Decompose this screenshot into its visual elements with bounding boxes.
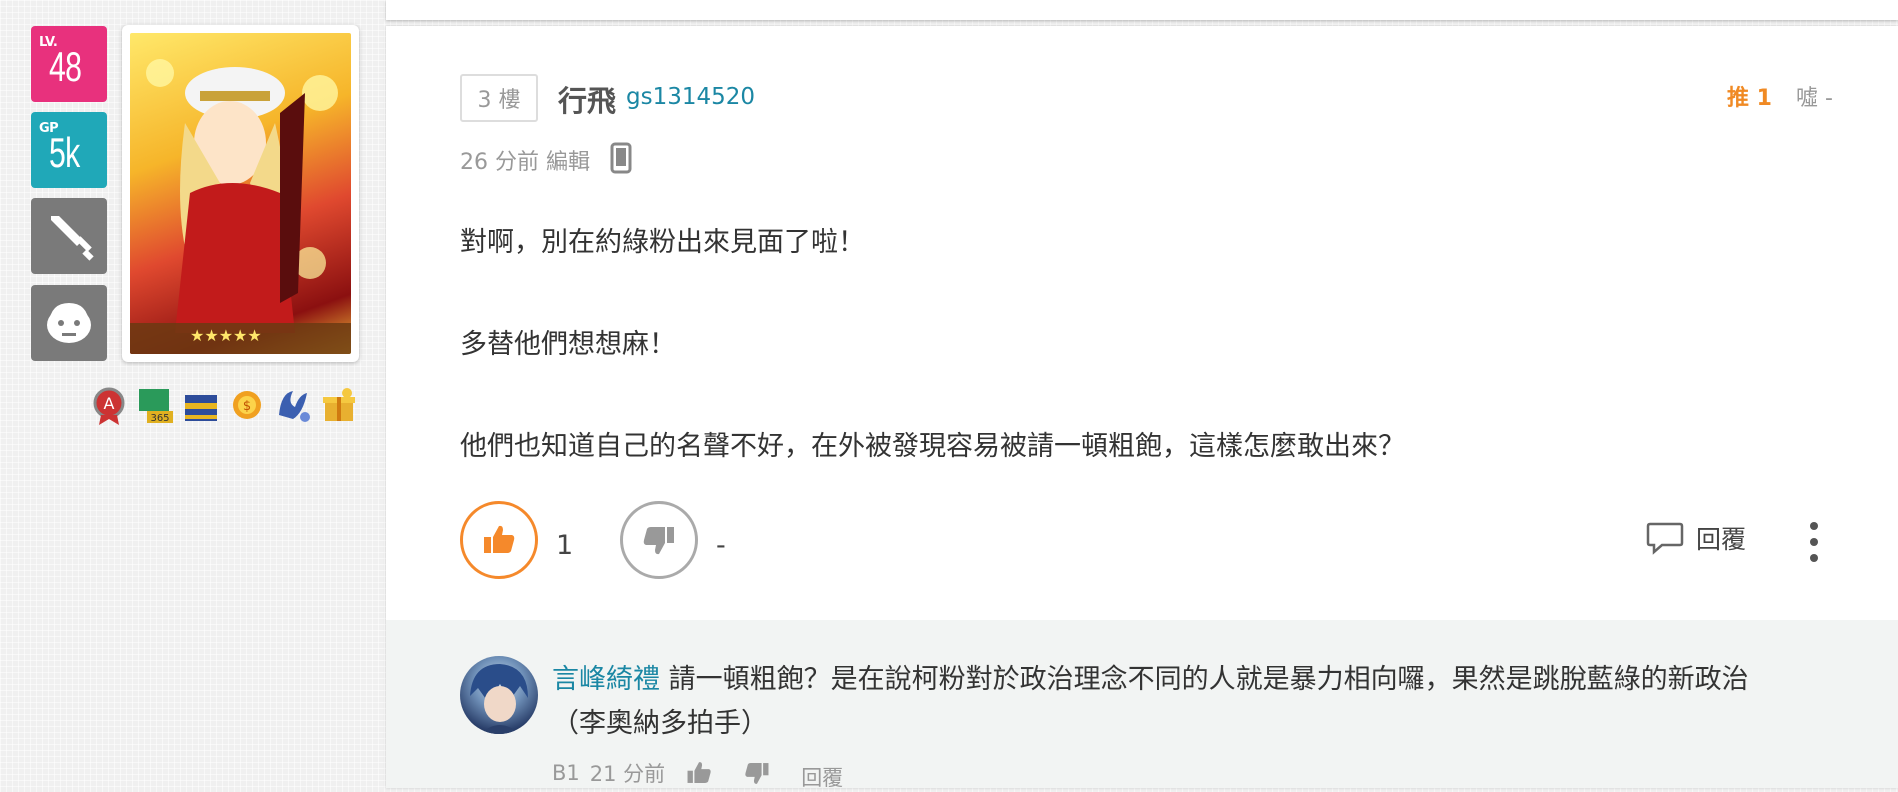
post-content-line: 他們也知道自己的名聲不好，在外被發現容易被請一頓粗飽，這樣怎麼敢出來？ bbox=[460, 431, 1405, 462]
bp-vote-button[interactable] bbox=[620, 501, 698, 579]
reply-label: 回覆 bbox=[1696, 525, 1747, 554]
career-sword-button[interactable] bbox=[31, 198, 107, 274]
comment-meta: B1 21 分前 回覆 bbox=[552, 754, 843, 792]
comment-avatar[interactable] bbox=[460, 656, 538, 734]
medal-wing-icon[interactable] bbox=[272, 384, 314, 426]
post-content-line: 多替他們想想麻！ bbox=[460, 329, 676, 360]
boo-count[interactable]: 噓 - bbox=[1796, 80, 1833, 112]
floor-number[interactable]: 3 樓 bbox=[460, 74, 538, 122]
mobile-device-icon bbox=[610, 142, 632, 178]
thumbs-up-icon bbox=[484, 525, 515, 553]
svg-text:$: $ bbox=[243, 399, 251, 414]
svg-text:A: A bbox=[104, 394, 115, 413]
kebab-dot-icon bbox=[1810, 538, 1818, 546]
gp-badge: GP 5k bbox=[31, 112, 107, 188]
medal-coin-icon[interactable]: $ bbox=[226, 384, 268, 426]
gp-vote-button[interactable] bbox=[460, 501, 538, 579]
thumbs-down-icon bbox=[643, 527, 674, 555]
author-id-link[interactable]: gs1314520 bbox=[626, 84, 755, 110]
medal-row: A 365 $ bbox=[88, 384, 360, 426]
medal-a-icon[interactable]: A bbox=[88, 384, 130, 426]
gp-count: 1 bbox=[556, 530, 574, 561]
comment-time: 21 分前 bbox=[589, 762, 666, 786]
post-card: 3 樓 行飛 gs1314520 推 1 噓 - 26 分前 編輯 對啊，別在約… bbox=[386, 26, 1898, 790]
comment-thumbs-up-icon[interactable] bbox=[685, 760, 713, 786]
comment-reply-link[interactable]: 回覆 bbox=[801, 754, 843, 792]
bp-count: - bbox=[716, 530, 726, 561]
svg-text:★★★★★: ★★★★★ bbox=[190, 326, 262, 345]
reply-button[interactable]: 回覆 bbox=[1646, 520, 1746, 556]
medal-gift-icon[interactable] bbox=[318, 384, 360, 426]
post-time-edited[interactable]: 26 分前 編輯 bbox=[460, 144, 590, 176]
face-icon bbox=[47, 303, 91, 343]
post-content-line: 對啊，別在約綠粉出來見面了啦！ bbox=[460, 227, 865, 258]
race-face-button[interactable] bbox=[31, 285, 107, 361]
comment-text: 請一頓粗飽？是在說柯粉對於政治理念不同的人就是暴力相向囉，果然是跳脫藍綠的新政治… bbox=[552, 664, 1749, 739]
author-avatar-card[interactable]: ★★★★★ bbox=[122, 25, 359, 362]
medal-chest-icon[interactable] bbox=[180, 384, 222, 426]
comment-user-link[interactable]: 言峰綺禮 bbox=[552, 664, 660, 695]
push-count[interactable]: 推 1 bbox=[1727, 80, 1772, 112]
svg-text:365: 365 bbox=[150, 413, 169, 424]
level-value: 48 bbox=[49, 43, 82, 90]
medal-365-icon[interactable]: 365 bbox=[134, 384, 176, 426]
comment-body: 言峰綺禮 請一頓粗飽？是在說柯粉對於政治理念不同的人就是暴力相向囉，果然是跳脫藍… bbox=[552, 658, 1782, 746]
kebab-dot-icon bbox=[1810, 554, 1818, 562]
kebab-dot-icon bbox=[1810, 522, 1818, 530]
author-name[interactable]: 行飛 bbox=[558, 78, 616, 120]
level-badge: LV. 48 bbox=[31, 26, 107, 102]
previous-post-edge bbox=[386, 0, 1898, 20]
more-options-button[interactable] bbox=[1804, 522, 1824, 562]
sword-icon bbox=[51, 216, 94, 261]
comment-thumbs-down-icon[interactable] bbox=[743, 760, 771, 786]
gp-value: 5k bbox=[49, 129, 80, 176]
comment-floor: B1 bbox=[552, 761, 580, 785]
comment-bubble-icon bbox=[1646, 522, 1684, 555]
avatar-image: ★★★★★ bbox=[130, 33, 351, 354]
comment-section: 言峰綺禮 請一頓粗飽？是在說柯粉對於政治理念不同的人就是暴力相向囉，果然是跳脫藍… bbox=[386, 620, 1898, 790]
